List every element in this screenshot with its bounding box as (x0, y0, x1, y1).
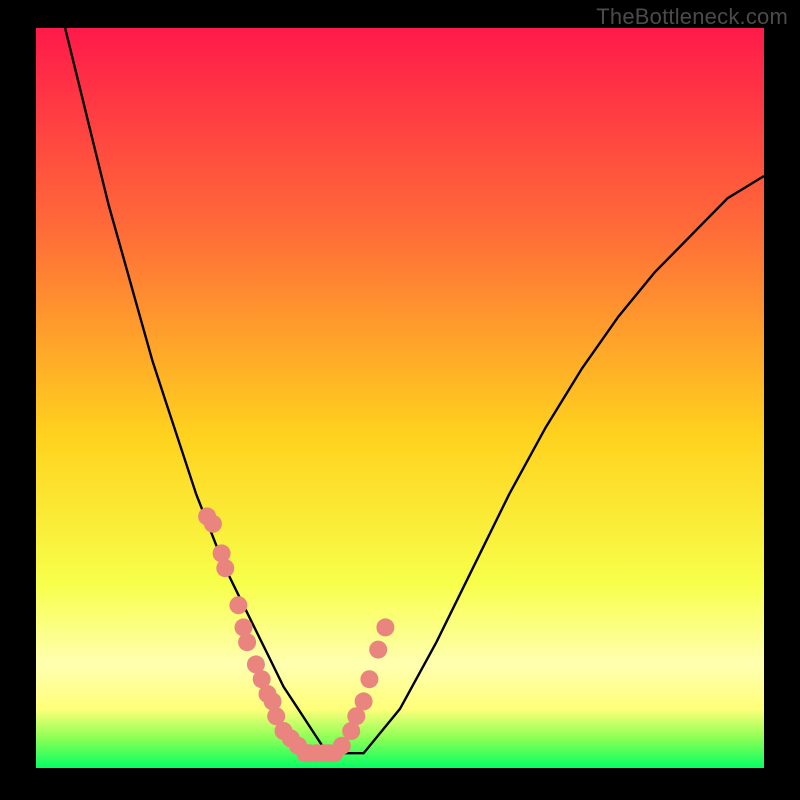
watermark-text: TheBottleneck.com (596, 4, 788, 30)
highlight-dot (229, 596, 247, 614)
highlight-dot (369, 641, 387, 659)
highlight-dot (204, 515, 222, 533)
highlight-dot (238, 633, 256, 651)
highlight-dot (216, 559, 234, 577)
highlight-dot (333, 737, 351, 755)
highlight-dot (376, 618, 394, 636)
highlight-dots (198, 507, 394, 762)
bottleneck-curve (65, 28, 764, 753)
chart-frame: TheBottleneck.com (0, 0, 800, 800)
plot-area (36, 28, 764, 768)
curve-layer (36, 28, 764, 768)
highlight-dot (360, 670, 378, 688)
highlight-dot (355, 692, 373, 710)
